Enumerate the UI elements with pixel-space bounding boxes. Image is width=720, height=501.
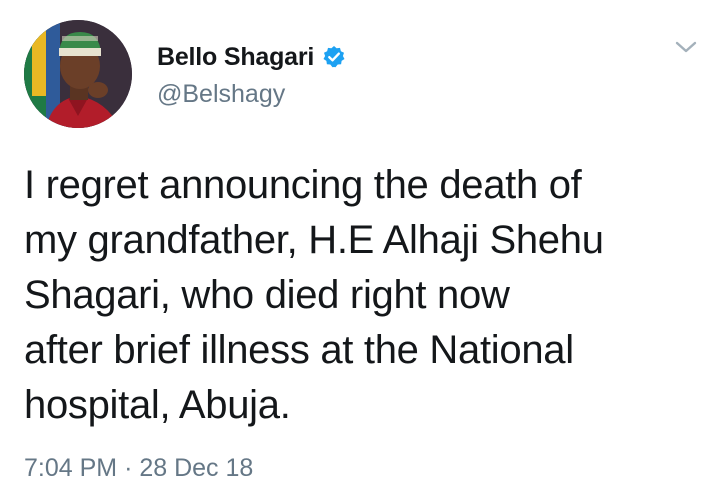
tweet-date: 28 Dec 18 <box>139 454 254 482</box>
avatar[interactable] <box>24 20 132 128</box>
tweet-text: I regret announcing the death of my gran… <box>24 158 694 433</box>
tweet-text-line: I regret announcing the death of <box>24 163 582 207</box>
tweet-text-line: hospital, Abuja. <box>24 383 291 427</box>
avatar-photo <box>24 20 132 128</box>
verified-badge-icon <box>322 45 346 69</box>
author-display-name[interactable]: Bello Shagari <box>157 43 314 72</box>
tweet-text-line: after brief illness at the National <box>24 328 574 372</box>
tweet-card: Bello Shagari @Belshagy I regret announc… <box>0 0 720 501</box>
tweet-text-line: Shagari, who died right now <box>24 273 510 317</box>
author-handle[interactable]: @Belshagy <box>157 80 285 109</box>
tweet-text-line: my grandfather, H.E Alhaji Shehu <box>24 218 604 262</box>
tweet-timestamp[interactable]: 7:04 PM · 28 Dec 18 <box>24 454 253 483</box>
chevron-down-icon[interactable] <box>672 36 700 58</box>
meta-separator: · <box>124 454 133 482</box>
tweet-time: 7:04 PM <box>24 454 118 482</box>
author-name-row: Bello Shagari <box>157 40 346 74</box>
